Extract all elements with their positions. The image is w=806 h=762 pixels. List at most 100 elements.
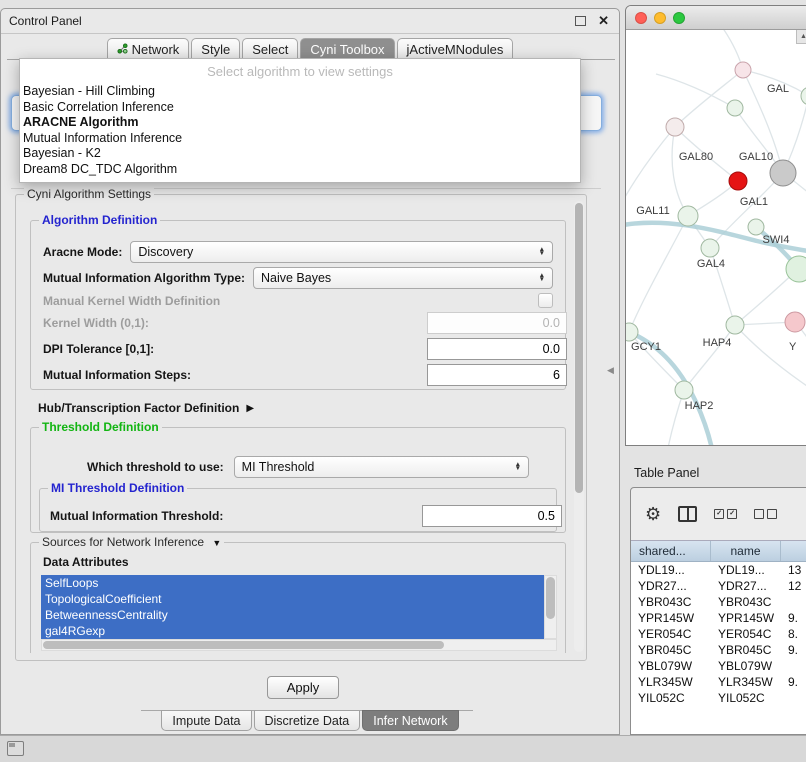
bottom-tab-impute-data[interactable]: Impute Data [161, 710, 251, 731]
scrollbar-thumb[interactable] [575, 203, 583, 493]
network-edge[interactable] [675, 70, 743, 127]
cell: YBL079W [711, 659, 781, 673]
menu-item-bayesian-hill-climbing[interactable]: Bayesian - Hill Climbing [20, 84, 580, 100]
menu-item-basic-correlation-inference[interactable]: Basic Correlation Inference [20, 100, 580, 116]
table-row[interactable]: YBR045CYBR045C9. [631, 642, 806, 658]
mi-steps-input[interactable] [427, 364, 567, 386]
tab-cyni-toolbox[interactable]: Cyni Toolbox [300, 38, 394, 60]
canvas-scroll-corner[interactable]: ▲ [796, 30, 806, 44]
network-node-gal1[interactable] [748, 219, 764, 235]
table-panel-window: ⚙ ✓✓ shared...name YDL19...YDL19...13YDR… [630, 487, 806, 735]
tab-select[interactable]: Select [242, 38, 298, 60]
clear-all-checkboxes-icon[interactable] [754, 509, 777, 519]
control-panel-titlebar[interactable]: Control Panel ✕ [1, 9, 619, 34]
network-node-gal11[interactable] [678, 206, 698, 226]
scrollbar-thumb[interactable] [546, 577, 555, 619]
dpi-tolerance-input[interactable] [427, 338, 567, 360]
tab-jactivemnodules[interactable]: jActiveMNodules [397, 38, 514, 60]
mi-threshold-label: Mutual Information Threshold: [50, 509, 223, 523]
table-row[interactable]: YPR145WYPR145W9. [631, 610, 806, 626]
tab-style[interactable]: Style [191, 38, 240, 60]
tab-label: Style [201, 42, 230, 57]
network-node-gal-right[interactable] [801, 87, 806, 105]
network-edge[interactable] [735, 325, 806, 396]
tab-network[interactable]: Network [107, 38, 190, 60]
close-traffic-light-icon[interactable] [635, 12, 647, 24]
kernel-width-input[interactable] [427, 312, 567, 334]
column-header-shared[interactable]: shared... [631, 541, 711, 561]
bottom-tab-infer-network[interactable]: Infer Network [362, 710, 458, 731]
node-label-gal4: GAL4 [697, 258, 725, 270]
float-window-icon[interactable] [575, 16, 586, 26]
node-label-hap2: HAP2 [685, 400, 714, 412]
aracne-mode-select[interactable]: Discovery ▲▼ [130, 241, 553, 263]
network-graph[interactable]: GALGAL80GAL10GAL11GAL1SWI4GAL4GCY1HAP4YH… [626, 30, 806, 446]
tab-label: Cyni Toolbox [310, 42, 384, 57]
network-edge[interactable] [672, 127, 688, 216]
node-label-hap4: HAP4 [703, 337, 732, 349]
network-node-pink-right[interactable] [785, 312, 805, 332]
minimized-panel-icon[interactable] [7, 741, 24, 756]
menu-item-mutual-information-inference[interactable]: Mutual Information Inference [20, 131, 580, 147]
node-label-gal1: GAL1 [740, 196, 768, 208]
attribute-item-betweennesscentrality[interactable]: BetweennessCentrality [41, 607, 544, 623]
network-node-mid[interactable] [726, 316, 744, 334]
menu-item-aracne-algorithm[interactable]: ARACNE Algorithm [20, 115, 580, 131]
control-panel-window: Control Panel ✕ Network Style Select Cyni T… [0, 8, 620, 735]
network-canvas[interactable]: GALGAL80GAL10GAL11GAL1SWI4GAL4GCY1HAP4YH… [626, 30, 806, 445]
tab-label: Select [252, 42, 288, 57]
data-attributes-list[interactable]: SelfLoopsTopologicalCoefficientBetweenne… [41, 575, 557, 651]
close-icon[interactable]: ✕ [598, 13, 609, 29]
table-row[interactable]: YBL079WYBL079W [631, 658, 806, 674]
network-edge[interactable] [684, 325, 735, 390]
zoom-traffic-light-icon[interactable] [673, 12, 685, 24]
menu-item-dream8-dc-tdc-algorithm[interactable]: Dream8 DC_TDC Algorithm [20, 162, 580, 178]
columns-icon[interactable] [678, 506, 697, 522]
table-row[interactable]: YDL19...YDL19...13 [631, 562, 806, 578]
table-row[interactable]: YIL052CYIL052C [631, 690, 806, 706]
list-horizontal-scrollbar[interactable] [41, 639, 557, 651]
which-threshold-select[interactable]: MI Threshold ▲▼ [234, 456, 529, 478]
network-node-gal4[interactable] [701, 239, 719, 257]
apply-button[interactable]: Apply [267, 676, 339, 699]
table-row[interactable]: YLR345WYLR345W9. [631, 674, 806, 690]
list-vertical-scrollbar[interactable] [544, 575, 557, 639]
attribute-item-topologicalcoefficient[interactable]: TopologicalCoefficient [41, 591, 544, 607]
network-node-pink-top[interactable] [735, 62, 751, 78]
column-header-name[interactable]: name [711, 541, 781, 561]
manual-kernel-width-checkbox[interactable] [538, 293, 553, 308]
table-row[interactable]: YBR043CYBR043C [631, 594, 806, 610]
network-edge[interactable] [629, 216, 688, 332]
minimize-traffic-light-icon[interactable] [654, 12, 666, 24]
network-node-green-a[interactable] [727, 100, 743, 116]
mi-algorithm-type-select[interactable]: Naive Bayes ▲▼ [253, 267, 553, 289]
bottom-tab-discretize-data[interactable]: Discretize Data [254, 710, 361, 731]
mi-algorithm-type-value: Naive Bayes [261, 271, 331, 285]
table-toolbar: ⚙ ✓✓ [631, 488, 806, 540]
collapse-arrow-icon[interactable]: ▼ [212, 538, 221, 548]
network-node-gcy1[interactable] [626, 323, 638, 341]
table-row[interactable]: YDR27...YDR27...12 [631, 578, 806, 594]
select-all-checkboxes-icon[interactable]: ✓✓ [714, 509, 737, 519]
network-node-gal80[interactable] [666, 118, 684, 136]
network-edge[interactable] [656, 74, 735, 108]
network-edge[interactable] [626, 127, 675, 206]
cell: YLR345W [631, 675, 711, 689]
mi-threshold-input[interactable] [422, 505, 562, 527]
network-window-titlebar[interactable] [626, 6, 806, 30]
network-node-hap2[interactable] [675, 381, 693, 399]
gear-icon[interactable]: ⚙ [645, 505, 661, 523]
attribute-item-gal4rgexp[interactable]: gal4RGexp [41, 623, 544, 639]
splitpane-collapse-icon[interactable]: ◀ [607, 365, 614, 376]
cell: YIL052C [711, 691, 781, 705]
table-row[interactable]: YER054CYER054C8. [631, 626, 806, 642]
menu-item-bayesian-k2[interactable]: Bayesian - K2 [20, 146, 580, 162]
network-node-red[interactable] [729, 172, 747, 190]
network-node-gal10[interactable] [770, 160, 796, 186]
settings-scrollbar[interactable] [574, 201, 584, 652]
hub-section-toggle[interactable]: Hub/Transcription Factor Definition ▶ [38, 401, 254, 415]
manual-kernel-width-label: Manual Kernel Width Definition [43, 294, 220, 308]
column-header-col-2[interactable] [781, 541, 806, 561]
attribute-item-selfloops[interactable]: SelfLoops [41, 575, 544, 591]
scrollbar-thumb[interactable] [43, 641, 444, 649]
